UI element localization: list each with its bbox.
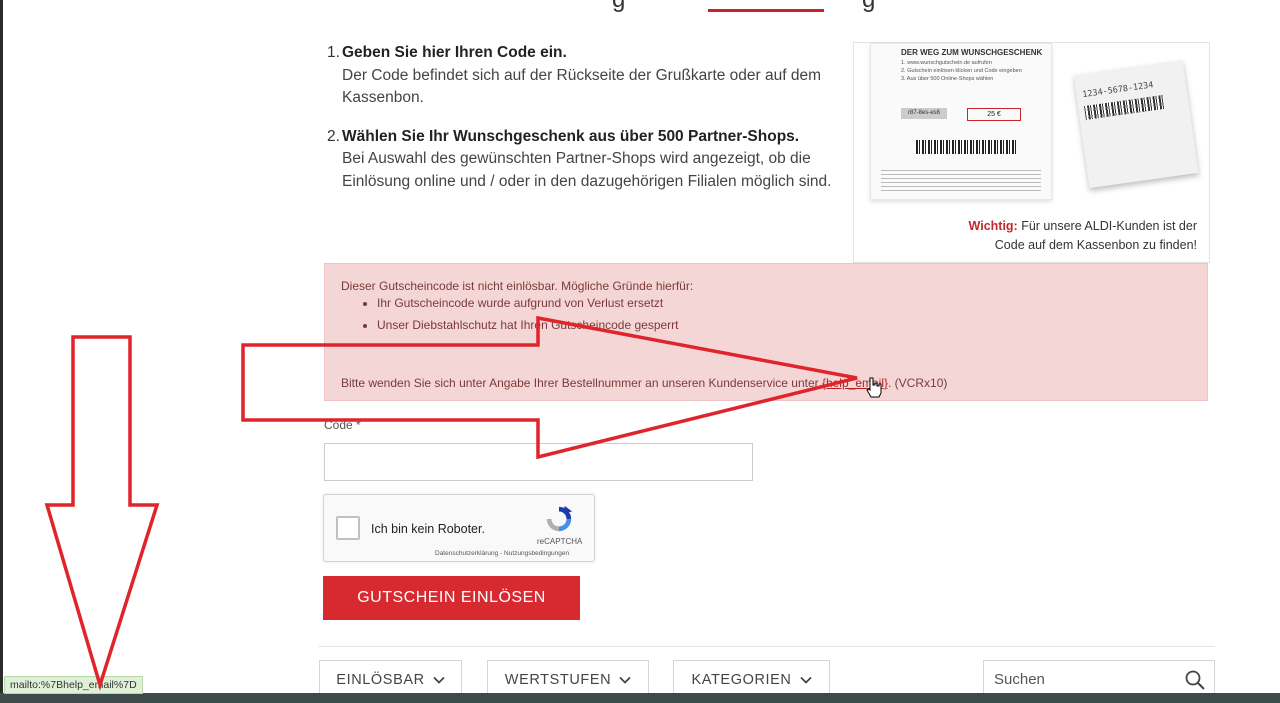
step-2: 2. Wählen Sie Ihr Wunschgeschenk aus über… <box>327 126 837 194</box>
chevron-down-icon <box>619 676 631 684</box>
receipt-barcode-graphic <box>1083 94 1166 120</box>
error-heading: Dieser Gutscheincode ist nicht einlösbar… <box>341 279 694 293</box>
receipt-image: 1234-5678-1234 <box>1073 59 1199 189</box>
step-heading: Wählen Sie Ihr Wunschgeschenk aus über 5… <box>342 127 800 145</box>
error-footer: Bitte wenden Sie sich unter Angabe Ihrer… <box>341 376 947 390</box>
error-alert: Dieser Gutscheincode ist nicht einlösbar… <box>324 263 1208 401</box>
error-reason: Unser Diebstahlschutz hat Ihren Gutschei… <box>377 314 679 336</box>
code-input[interactable] <box>324 443 753 481</box>
card-image-line: 1. www.wunschgutschein.de aufrufen <box>901 60 992 66</box>
chevron-down-icon <box>433 676 445 684</box>
chevron-down-icon <box>799 676 812 684</box>
title-fragment-right: g <box>862 0 875 14</box>
card-image-value: 25 € <box>967 108 1021 121</box>
step-heading: Geben Sie hier Ihren Code ein. <box>342 44 567 61</box>
search-icon[interactable] <box>1184 669 1206 691</box>
taskbar-strip <box>0 693 1280 703</box>
help-email-link[interactable]: {help_email} <box>822 376 888 390</box>
step-body: Bei Auswahl des gewünschten Partner-Shop… <box>342 150 832 190</box>
title-fragment-left: g <box>612 0 625 13</box>
recaptcha-icon <box>546 505 573 532</box>
barcode-graphic <box>916 140 1016 154</box>
fine-print-graphic <box>881 170 1041 194</box>
step-1: 1. Geben Sie hier Ihren Code ein. Der Cod… <box>327 42 837 110</box>
note-line-1: Für unsere ALDI-Kunden ist der <box>1021 219 1197 233</box>
error-reasons-list: Ihr Gutscheincode wurde aufgrund von Ver… <box>361 292 679 336</box>
section-divider <box>318 646 1215 647</box>
page-title-fragment: g g <box>612 0 875 14</box>
filter-label: WERTSTUFEN <box>504 672 612 688</box>
greeting-card-image: DER WEG ZUM WUNSCHGESCHENK 1. www.wunsch… <box>870 43 1052 200</box>
step-number: 2. <box>327 127 340 145</box>
window-left-edge <box>0 0 3 703</box>
redeem-voucher-button[interactable]: GUTSCHEIN EINLÖSEN <box>323 576 580 620</box>
code-location-info-card: DER WEG ZUM WUNSCHGESCHENK 1. www.wunsch… <box>853 42 1210 263</box>
recaptcha-widget: Ich bin kein Roboter. reCAPTCHA Datensch… <box>323 494 595 562</box>
active-tab-underline <box>708 9 824 12</box>
error-footer-suffix: . (VCRx10) <box>888 376 948 390</box>
filter-label: KATEGORIEN <box>691 672 792 688</box>
error-reason: Ihr Gutscheincode wurde aufgrund von Ver… <box>377 292 679 314</box>
recaptcha-links[interactable]: Datenschutzerklärung - Nutzungsbedingung… <box>435 550 569 557</box>
recaptcha-brand: reCAPTCHA <box>537 537 583 546</box>
code-field-label: Code * <box>324 418 361 432</box>
aldi-note: Wichtig: Für unsere ALDI-Kunden ist der … <box>969 217 1197 255</box>
card-image-title: DER WEG ZUM WUNSCHGESCHENK <box>901 48 1043 57</box>
step-number: 1. <box>327 44 340 61</box>
recaptcha-checkbox[interactable] <box>336 516 360 540</box>
filter-label: EINLÖSBAR <box>336 672 425 688</box>
search-input[interactable] <box>984 661 1194 697</box>
instructions-list: 1. Geben Sie hier Ihren Code ein. Der Cod… <box>327 42 837 209</box>
receipt-code: 1234-5678-1234 <box>1081 80 1155 101</box>
note-line-2: Code auf dem Kassenbon zu finden! <box>994 238 1197 252</box>
card-image-line: 3. Aus über 500 Online-Shops wählen <box>901 76 994 82</box>
error-footer-prefix: Bitte wenden Sie sich unter Angabe Ihrer… <box>341 376 822 390</box>
status-bar-url: mailto:%7Bhelp_email%7D <box>4 676 143 694</box>
recaptcha-label: Ich bin kein Roboter. <box>371 522 485 536</box>
card-image-line: 2. Gutschein einlösen klicken und Code e… <box>901 68 1022 74</box>
card-image-code: r87-8es-es6 <box>901 108 947 119</box>
step-body: Der Code befindet sich auf der Rückseite… <box>342 66 822 107</box>
annotation-arrow <box>44 335 160 691</box>
note-emphasis: Wichtig: <box>968 219 1018 233</box>
